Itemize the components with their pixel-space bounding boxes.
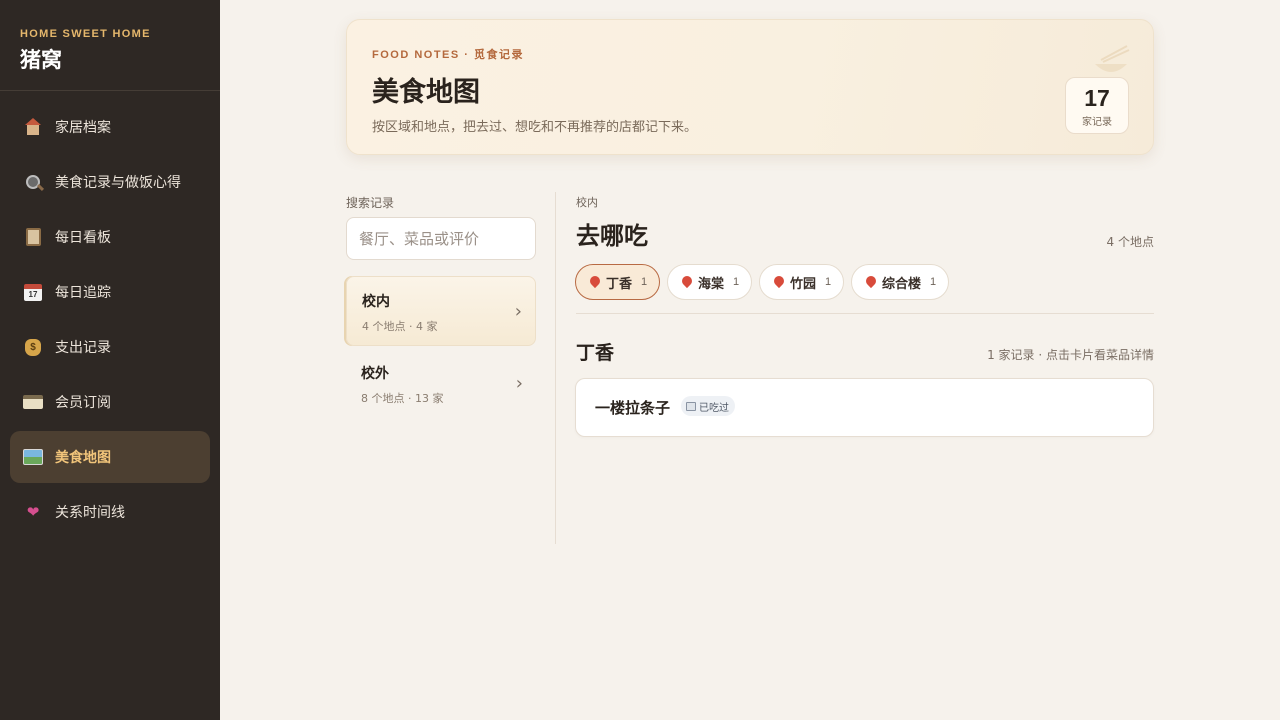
heart-icon: ❤	[26, 503, 40, 521]
search-input[interactable]	[346, 217, 536, 260]
sidebar-item-subscriptions[interactable]: 会员订阅	[10, 376, 210, 428]
chip-label: 海棠	[698, 276, 725, 292]
region-meta: 4 个地点 · 4 家	[362, 320, 438, 333]
location-meta: 1 家记录 · 点击卡片看菜品详情	[987, 348, 1154, 362]
region-meta: 8 个地点 · 13 家	[361, 392, 444, 405]
column-divider	[555, 192, 556, 544]
region-item-campus[interactable]: 校内 4 个地点 · 4 家 ›	[346, 276, 536, 346]
sidebar-item-label: 会员订阅	[55, 395, 111, 411]
clipboard-icon	[22, 226, 44, 248]
sidebar: HOME SWEET HOME 猪窝 家居档案 美食记录与做饭心得 每日看板 1…	[0, 0, 220, 720]
region-name: 校内	[362, 294, 390, 310]
page-title: 美食地图	[372, 77, 480, 108]
sidebar-item-daily-tracking[interactable]: 17 每日追踪	[10, 266, 210, 318]
brand: HOME SWEET HOME 猪窝	[0, 0, 220, 91]
record-count: 17	[1084, 85, 1110, 111]
status-badge: 已吃过	[681, 396, 735, 416]
chip-label: 丁香	[606, 276, 633, 292]
sidebar-item-food-notes[interactable]: 美食记录与做饭心得	[10, 156, 210, 208]
restaurant-card[interactable]: 一楼拉条子 已吃过	[575, 378, 1154, 437]
location-chip-zhuyuan[interactable]: 竹园 1	[759, 264, 845, 300]
money-bag-icon: $	[22, 336, 44, 358]
search-label: 搜索记录	[346, 196, 395, 210]
restaurant-name: 一楼拉条子	[595, 399, 671, 417]
house-icon	[22, 116, 44, 138]
section-heading: 去哪吃	[576, 222, 648, 250]
brand-subtitle: HOME SWEET HOME	[20, 28, 151, 40]
record-count-badge: 17 家记录	[1065, 77, 1129, 134]
region-item-off-campus[interactable]: 校外 8 个地点 · 13 家 ›	[346, 349, 536, 419]
sidebar-item-label: 美食地图	[55, 450, 111, 466]
chip-count: 1	[641, 276, 648, 288]
sidebar-item-expenses[interactable]: $ 支出记录	[10, 321, 210, 373]
chip-label: 综合楼	[882, 276, 922, 292]
hero-eyebrow: FOOD NOTES · 觅食记录	[372, 49, 524, 61]
map-pin-icon	[771, 273, 787, 289]
location-chip-haitang[interactable]: 海棠 1	[667, 264, 753, 300]
sidebar-item-label: 每日看板	[55, 230, 111, 246]
chip-count: 1	[733, 276, 740, 288]
sidebar-item-food-map[interactable]: 美食地图	[10, 431, 210, 483]
chip-label: 竹园	[790, 276, 817, 292]
place-count: 4 个地点	[1106, 235, 1154, 249]
map-pin-icon	[679, 273, 695, 289]
sidebar-item-home-archive[interactable]: 家居档案	[10, 101, 210, 153]
breadcrumb: 校内	[576, 196, 598, 209]
map-pin-icon	[863, 273, 879, 289]
chip-count: 1	[825, 276, 832, 288]
chevron-right-icon: ›	[515, 373, 523, 394]
credit-card-icon	[22, 391, 44, 413]
sidebar-item-relationship-timeline[interactable]: ❤ 关系时间线	[10, 486, 210, 538]
section-divider	[576, 313, 1154, 314]
sidebar-item-label: 关系时间线	[55, 505, 125, 521]
record-count-label: 家记录	[1082, 117, 1112, 128]
status-badge-label: 已吃过	[699, 402, 729, 414]
location-title: 丁香	[576, 342, 615, 364]
location-chip-zonghelou[interactable]: 综合楼 1	[851, 264, 950, 300]
hero-card: FOOD NOTES · 觅食记录 美食地图 按区域和地点，把去过、想吃和不再推…	[346, 19, 1154, 155]
map-pin-icon	[587, 273, 603, 289]
map-icon	[22, 446, 44, 468]
utensils-icon	[686, 401, 696, 411]
noodle-bowl-icon	[1095, 45, 1130, 72]
sidebar-item-label: 美食记录与做饭心得	[55, 175, 181, 191]
location-chip-dingxiang[interactable]: 丁香 1	[575, 264, 661, 300]
sidebar-item-label: 家居档案	[55, 120, 111, 136]
brand-title: 猪窝	[20, 48, 62, 72]
sidebar-item-label: 支出记录	[55, 340, 111, 356]
page-description: 按区域和地点，把去过、想吃和不再推荐的店都记下来。	[372, 120, 698, 135]
calendar-icon: 17	[22, 281, 44, 303]
sidebar-item-daily-board[interactable]: 每日看板	[10, 211, 210, 263]
frying-pan-icon	[22, 171, 44, 193]
sidebar-item-label: 每日追踪	[55, 285, 111, 301]
region-name: 校外	[361, 366, 389, 382]
chevron-right-icon: ›	[514, 301, 522, 322]
chip-count: 1	[930, 276, 937, 288]
